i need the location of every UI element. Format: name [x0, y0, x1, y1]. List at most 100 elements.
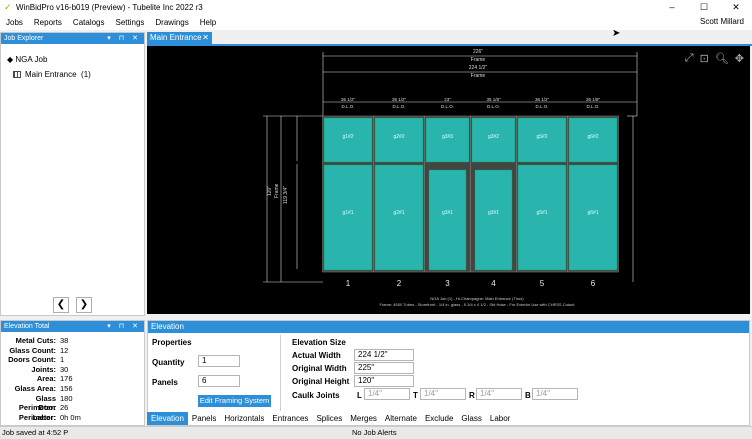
dlo-dimension: 36 1/8": [586, 97, 601, 102]
tab-splices[interactable]: Splices: [312, 412, 346, 425]
dlo-dimension: 35 1/8": [486, 97, 501, 102]
bay-number: 1: [346, 279, 351, 288]
bay-number: 2: [397, 279, 402, 288]
glass-lite-upper[interactable]: [323, 117, 373, 163]
dlo-sub-label: D.L.O.: [441, 104, 454, 109]
glass-lite-upper[interactable]: [425, 117, 470, 163]
caulk-joints-label: Caulk Joints: [292, 391, 340, 400]
tab-glass[interactable]: Glass: [457, 412, 485, 425]
status-alerts: No Job Alerts: [352, 428, 397, 437]
minimize-icon[interactable]: –: [656, 0, 688, 15]
tree-item-job[interactable]: ◆ NGA Job: [7, 55, 47, 64]
tab-horizontals[interactable]: Horizontals: [220, 412, 268, 425]
quantity-input[interactable]: 1: [198, 355, 240, 367]
quantity-label: Quantity: [152, 358, 185, 367]
elevation-grid-icon: [13, 71, 21, 78]
tab-main-entrance[interactable]: Main Entrance ✕: [147, 32, 212, 44]
stat-row: Metal Cuts: 38: [1, 336, 146, 346]
bay-number: 4: [491, 279, 496, 288]
stat-value: 156: [60, 383, 73, 393]
caulk-r-label: R: [469, 391, 475, 400]
menu-reports[interactable]: Reports: [28, 18, 67, 27]
glass-lite-lower[interactable]: [323, 164, 373, 271]
tab-merges[interactable]: Merges: [346, 412, 381, 425]
glass-lite-upper[interactable]: [471, 117, 516, 163]
caulk-l-input[interactable]: 1/4": [364, 388, 410, 400]
original-height-input[interactable]: 120": [354, 375, 414, 387]
stat-label: Labor:: [32, 412, 56, 422]
glass-lite-lower[interactable]: [517, 164, 567, 271]
pan-icon[interactable]: ✥: [735, 52, 744, 65]
maximize-icon[interactable]: ☐: [688, 0, 720, 15]
lite-tag-lower: g1#1: [342, 210, 353, 216]
dim-left-frame: Frame: [274, 183, 280, 198]
menu-catalogs[interactable]: Catalogs: [67, 18, 110, 27]
elevation-title: Elevation: [151, 322, 184, 331]
status-saved: Job saved at 4:52 P: [2, 428, 69, 437]
menu-drawings[interactable]: Drawings: [149, 18, 193, 27]
dim-frame-label: Frame: [471, 73, 486, 79]
glass-lite-lower[interactable]: [428, 169, 467, 271]
actual-width-input[interactable]: 224 1/2": [354, 349, 414, 361]
user-name[interactable]: Scott Millard: [700, 17, 744, 26]
stat-label: Door Perimeter:: [18, 403, 56, 422]
panels-input[interactable]: 6: [198, 375, 240, 387]
menu-jobs[interactable]: Jobs: [0, 18, 28, 27]
tab-labor[interactable]: Labor: [486, 412, 514, 425]
stat-row: Joints: 30: [1, 365, 146, 375]
stat-label: Metal Cuts:: [15, 336, 56, 345]
tab-main-entrance-label: Main Entrance: [150, 33, 202, 42]
stat-row: Glass Area: 156: [1, 384, 146, 394]
lite-tag-upper: g1#2: [342, 134, 353, 140]
properties-title: Properties: [152, 338, 192, 347]
dlo-labels: 36 1/2" D.L.O. 35 1/2" D.L.O. 23" D.L.O. 35 1/…: [341, 97, 601, 109]
caulk-r-input[interactable]: 1/4": [476, 388, 522, 400]
glass-bays: g1#2 g1#1 g2#2 g2#1 g3#3 g3#1 g3#2 g3#1 g5#2 g5#1…: [322, 115, 619, 273]
dim-overall: 226": [473, 49, 483, 55]
menu-settings[interactable]: Settings: [110, 18, 150, 27]
tab-elevation[interactable]: Elevation: [147, 412, 188, 425]
caulk-l-label: L: [357, 391, 362, 400]
glass-lite-lower[interactable]: [474, 169, 513, 271]
stat-value: 38: [60, 336, 69, 345]
glass-lite-upper[interactable]: [374, 117, 424, 163]
glass-lite-lower[interactable]: [374, 164, 424, 271]
tab-close-icon[interactable]: ✕: [202, 32, 209, 44]
menu-help[interactable]: Help: [194, 18, 221, 27]
panel-pin-icons[interactable]: ▾ ⊓ ✕: [107, 321, 141, 332]
tab-alternate[interactable]: Alternate: [381, 412, 421, 425]
tab-exclude[interactable]: Exclude: [421, 412, 457, 425]
panel-pin-icons[interactable]: ▾ ⊓ ✕: [107, 33, 141, 44]
stat-row: Doors Count: 1: [1, 355, 146, 365]
caulk-b-label: B: [525, 391, 531, 400]
job-explorer-header: Job Explorer ▾ ⊓ ✕: [1, 33, 144, 44]
elevation-svg: g1#2 g1#1 g2#2 g2#1 g3#3 g3#1 g3#2 g3#1 g5#2 g5#1…: [263, 49, 638, 307]
menu-bar: Jobs Reports Catalogs Settings Drawings …: [0, 15, 752, 30]
next-button[interactable]: ❯: [76, 297, 92, 313]
drawing-toolbar: ⤢ ⊡ 🔍︎ ✥: [685, 52, 744, 65]
caulk-b-input[interactable]: 1/4": [532, 388, 578, 400]
original-width-input[interactable]: 225": [354, 362, 414, 374]
glass-lite-upper[interactable]: [517, 117, 567, 163]
fit-icon[interactable]: ⤢: [685, 52, 694, 65]
glass-lite-upper[interactable]: [568, 117, 618, 163]
window-controls: – ☐ ✕: [656, 0, 752, 15]
caulk-t-input[interactable]: 1/4": [420, 388, 466, 400]
edit-framing-system-button[interactable]: Edit Framing System: [198, 395, 271, 407]
prev-button[interactable]: ❮: [53, 297, 69, 313]
app-check-icon: ✓: [4, 2, 12, 12]
zoom-window-icon[interactable]: ⊡: [700, 52, 709, 65]
zoom-icon[interactable]: 🔍︎: [715, 52, 729, 65]
elevation-drawing[interactable]: g1#2 g1#1 g2#2 g2#1 g3#3 g3#1 g3#2 g3#1 g5#2 g5#1…: [147, 46, 750, 314]
tab-panels[interactable]: Panels: [188, 412, 220, 425]
tab-entrances[interactable]: Entrances: [268, 412, 312, 425]
tree-item-main-entrance[interactable]: Main Entrance (1): [13, 70, 91, 79]
lite-tag-lower: g5#1: [536, 210, 547, 216]
glass-lite-lower[interactable]: [568, 164, 618, 271]
mouse-cursor-icon: ➤: [612, 28, 621, 39]
dlo-dimension: 23": [444, 97, 451, 102]
lite-tag-upper: g3#3: [442, 134, 453, 140]
stats-list: Metal Cuts: 38 Glass Count: 12 Doors Count: 1…: [1, 336, 146, 422]
close-icon[interactable]: ✕: [720, 0, 752, 15]
original-height-label: Original Height: [292, 377, 350, 386]
